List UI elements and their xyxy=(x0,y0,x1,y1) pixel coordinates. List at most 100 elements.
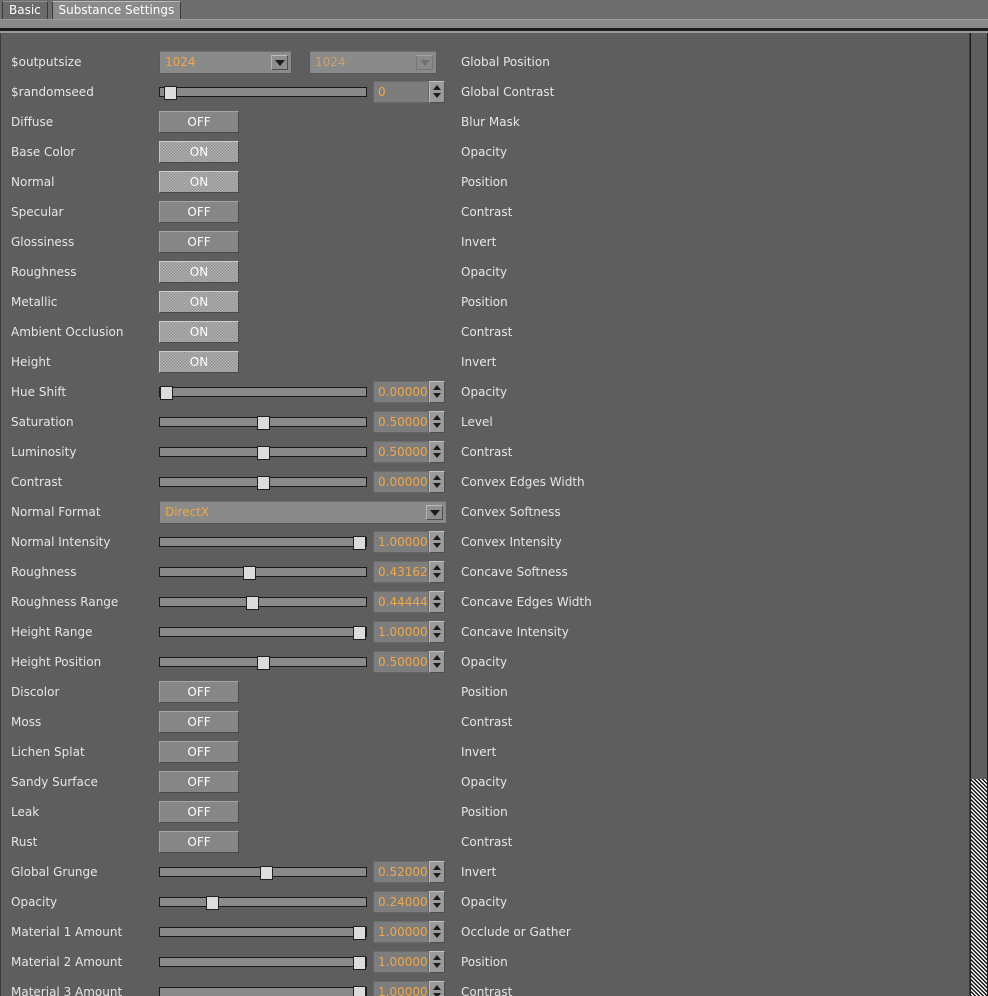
slider-thumb[interactable] xyxy=(257,446,270,460)
slider-thumb[interactable] xyxy=(353,926,366,940)
value-field-height-range[interactable]: 1.00000 xyxy=(373,621,429,643)
spinner-down-icon[interactable] xyxy=(433,873,441,878)
slider-roughness-range[interactable] xyxy=(159,597,367,607)
slider-randomseed[interactable] xyxy=(159,87,367,97)
spinner-down-icon[interactable] xyxy=(433,933,441,938)
value-field-height-position[interactable]: 0.50000 xyxy=(373,651,429,673)
spinner-down-icon[interactable] xyxy=(433,483,441,488)
spinner-material-3-amount[interactable] xyxy=(429,981,445,996)
spinner-up-icon[interactable] xyxy=(433,895,441,900)
spinner-down-icon[interactable] xyxy=(433,663,441,668)
slider-global-grunge[interactable] xyxy=(159,867,367,877)
spinner-material-1-amount[interactable] xyxy=(429,921,445,943)
spinner-global-grunge[interactable] xyxy=(429,861,445,883)
value-field-luminosity[interactable]: 0.50000 xyxy=(373,441,429,463)
toggle-button-ambient-occlusion[interactable]: ON xyxy=(159,321,239,343)
spinner-height-range[interactable] xyxy=(429,621,445,643)
value-field-opacity[interactable]: 0.24000 xyxy=(373,891,429,913)
spinner-up-icon[interactable] xyxy=(433,415,441,420)
slider-material-3-amount[interactable] xyxy=(159,987,367,996)
spinner-down-icon[interactable] xyxy=(433,603,441,608)
slider-height-position[interactable] xyxy=(159,657,367,667)
toggle-button-specular[interactable]: OFF xyxy=(159,201,239,223)
scrollbar-thumb[interactable] xyxy=(971,779,987,996)
spinner-up-icon[interactable] xyxy=(433,985,441,990)
vertical-scrollbar[interactable] xyxy=(955,33,988,996)
spinner-down-icon[interactable] xyxy=(433,543,441,548)
spinner-up-icon[interactable] xyxy=(433,625,441,630)
slider-height-range[interactable] xyxy=(159,627,367,637)
toggle-button-moss[interactable]: OFF xyxy=(159,711,239,733)
value-field-saturation[interactable]: 0.50000 xyxy=(373,411,429,433)
tab-substance-settings[interactable]: Substance Settings xyxy=(52,1,182,19)
spinner-down-icon[interactable] xyxy=(433,423,441,428)
slider-thumb[interactable] xyxy=(206,896,219,910)
spinner-saturation[interactable] xyxy=(429,411,445,433)
spinner-height-position[interactable] xyxy=(429,651,445,673)
toggle-button-leak[interactable]: OFF xyxy=(159,801,239,823)
spinner-contrast[interactable] xyxy=(429,471,445,493)
spinner-down-icon[interactable] xyxy=(433,453,441,458)
spinner-up-icon[interactable] xyxy=(433,475,441,480)
slider-thumb[interactable] xyxy=(243,566,256,580)
slider-opacity[interactable] xyxy=(159,897,367,907)
value-field-material-1-amount[interactable]: 1.00000 xyxy=(373,921,429,943)
slider-material-2-amount[interactable] xyxy=(159,957,367,967)
slider-hue-shift[interactable] xyxy=(159,387,367,397)
toggle-button-rust[interactable]: OFF xyxy=(159,831,239,853)
slider-thumb[interactable] xyxy=(353,986,366,996)
spinner-material-2-amount[interactable] xyxy=(429,951,445,973)
toggle-button-roughness[interactable]: ON xyxy=(159,261,239,283)
slider-thumb[interactable] xyxy=(164,86,177,100)
slider-material-1-amount[interactable] xyxy=(159,927,367,937)
toggle-button-height[interactable]: ON xyxy=(159,351,239,373)
toggle-button-glossiness[interactable]: OFF xyxy=(159,231,239,253)
spinner-randomseed[interactable] xyxy=(429,81,445,103)
value-field-hue-shift[interactable]: 0.00000 xyxy=(373,381,429,403)
chevron-down-icon[interactable] xyxy=(271,55,288,70)
slider-thumb[interactable] xyxy=(260,866,273,880)
toggle-button-metallic[interactable]: ON xyxy=(159,291,239,313)
slider-thumb[interactable] xyxy=(257,656,270,670)
spinner-up-icon[interactable] xyxy=(433,595,441,600)
spinner-down-icon[interactable] xyxy=(433,93,441,98)
chevron-down-icon[interactable] xyxy=(426,505,443,520)
spinner-down-icon[interactable] xyxy=(433,903,441,908)
slider-thumb[interactable] xyxy=(257,416,270,430)
slider-thumb[interactable] xyxy=(353,626,366,640)
value-field-global-grunge[interactable]: 0.52000 xyxy=(373,861,429,883)
toggle-button-lichen-splat[interactable]: OFF xyxy=(159,741,239,763)
spinner-hue-shift[interactable] xyxy=(429,381,445,403)
spinner-roughness-range[interactable] xyxy=(429,591,445,613)
value-field-roughness-range[interactable]: 0.44444 xyxy=(373,591,429,613)
spinner-up-icon[interactable] xyxy=(433,865,441,870)
spinner-normal-intensity[interactable] xyxy=(429,531,445,553)
slider-luminosity[interactable] xyxy=(159,447,367,457)
toggle-button-sandy-surface[interactable]: OFF xyxy=(159,771,239,793)
value-field-normal-intensity[interactable]: 1.00000 xyxy=(373,531,429,553)
spinner-up-icon[interactable] xyxy=(433,655,441,660)
spinner-opacity[interactable] xyxy=(429,891,445,913)
spinner-up-icon[interactable] xyxy=(433,445,441,450)
tab-basic[interactable]: Basic xyxy=(2,1,48,19)
spinner-up-icon[interactable] xyxy=(433,535,441,540)
spinner-down-icon[interactable] xyxy=(433,633,441,638)
spinner-up-icon[interactable] xyxy=(433,955,441,960)
spinner-up-icon[interactable] xyxy=(433,925,441,930)
spinner-up-icon[interactable] xyxy=(433,385,441,390)
toggle-button-diffuse[interactable]: OFF xyxy=(159,111,239,133)
spinner-up-icon[interactable] xyxy=(433,565,441,570)
value-field-roughness[interactable]: 0.43162 xyxy=(373,561,429,583)
spinner-up-icon[interactable] xyxy=(433,85,441,90)
value-field-material-2-amount[interactable]: 1.00000 xyxy=(373,951,429,973)
spinner-down-icon[interactable] xyxy=(433,393,441,398)
slider-normal-intensity[interactable] xyxy=(159,537,367,547)
slider-thumb[interactable] xyxy=(353,536,366,550)
slider-thumb[interactable] xyxy=(160,386,173,400)
value-field-randomseed[interactable]: 0 xyxy=(373,81,429,103)
spinner-down-icon[interactable] xyxy=(433,963,441,968)
dropdown-normal-format[interactable]: DirectX xyxy=(159,501,447,524)
slider-contrast[interactable] xyxy=(159,477,367,487)
dropdown-outputsize-width[interactable]: 1024 xyxy=(159,51,292,74)
toggle-button-discolor[interactable]: OFF xyxy=(159,681,239,703)
